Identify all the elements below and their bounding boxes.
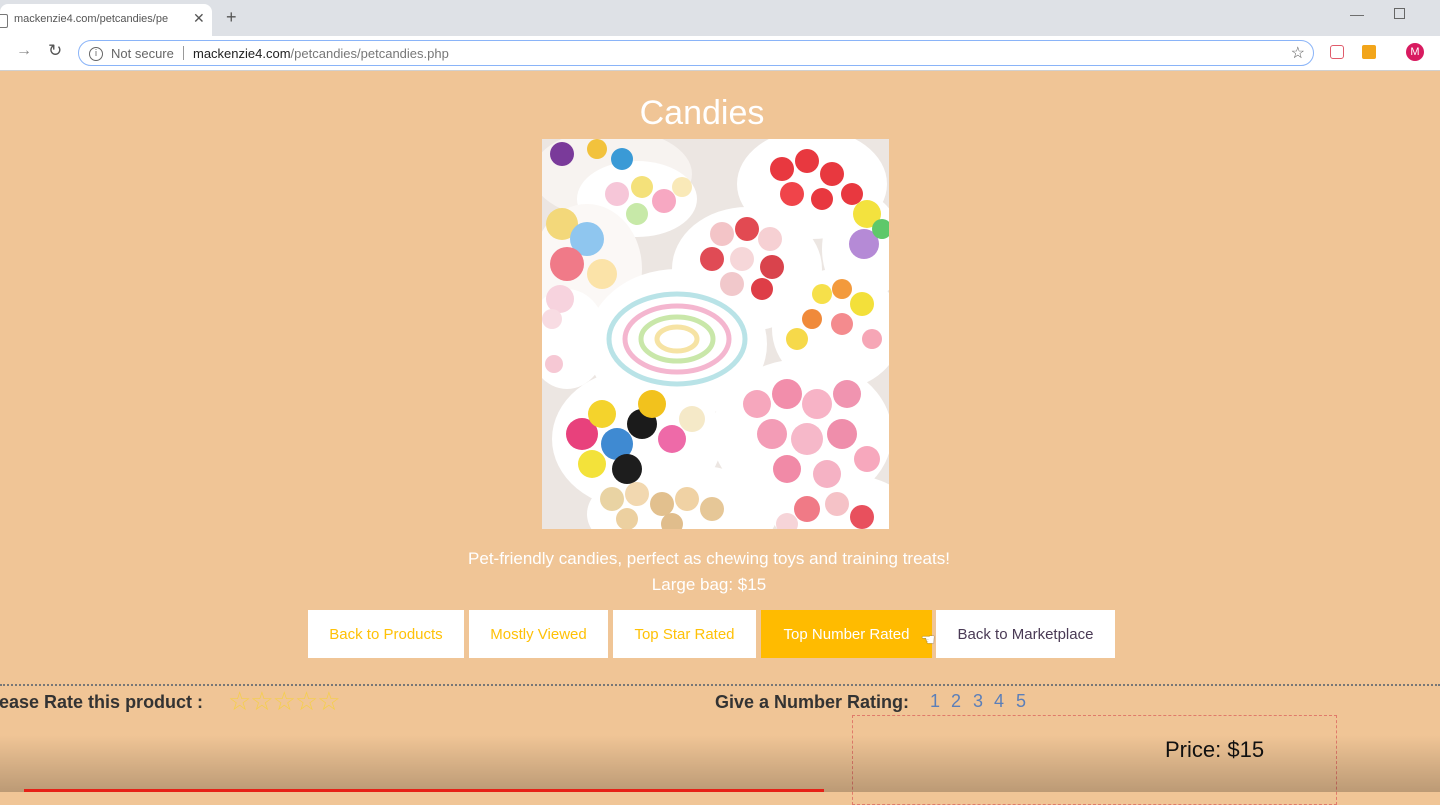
top-number-rated-button[interactable]: Top Number Rated [761,610,932,658]
url-text[interactable]: mackenzie4.com/petcandies/petcandies.php [193,46,449,61]
page-icon [0,14,8,28]
url-path: /petcandies/petcandies.php [290,46,449,61]
tab-title: mackenzie4.com/petcandies/pe [14,13,169,25]
tab-strip: mackenzie4.com/petcandies/pe ✕ + — [0,0,1440,36]
product-size-price: Large bag: $15 [651,575,767,594]
browser-tab[interactable]: mackenzie4.com/petcandies/pe ✕ [0,4,212,36]
close-tab-icon[interactable]: ✕ [193,10,205,27]
candy-photo [542,139,889,529]
forward-icon[interactable]: → [16,42,32,60]
star-rating-label: lease Rate this product : [0,692,204,712]
rating-option-2[interactable]: 2 [951,691,961,712]
minimize-icon[interactable]: — [1350,6,1364,22]
rating-option-5[interactable]: 5 [1016,691,1026,712]
back-to-marketplace-button[interactable]: Back to Marketplace [936,610,1115,658]
extension-icon[interactable] [1362,45,1376,59]
top-star-rated-button[interactable]: Top Star Rated [613,610,756,658]
info-icon[interactable]: i [89,47,103,61]
rating-option-4[interactable]: 4 [994,691,1004,712]
new-tab-icon[interactable]: + [226,7,237,28]
product-image [542,139,889,529]
mostly-viewed-button[interactable]: Mostly Viewed [469,610,608,658]
rating-option-3[interactable]: 3 [973,691,983,712]
back-to-products-button[interactable]: Back to Products [308,610,464,658]
address-bar[interactable]: i Not secure mackenzie4.com/petcandies/p… [78,40,1314,66]
browser-toolbar: → ↻ i Not secure mackenzie4.com/petcandi… [0,36,1440,71]
star-rating-stars[interactable]: ☆☆☆☆☆ [228,686,341,717]
mouse-cursor-icon: ☚ [921,632,936,649]
price-label: Price: $15 [1165,737,1265,762]
number-rating-label: Give a Number Rating: [715,692,910,712]
url-domain: mackenzie4.com [193,46,291,61]
security-label: Not secure [111,46,174,61]
page-title: Candies [639,94,765,132]
section-divider [0,684,1440,686]
rating-option-1[interactable]: 1 [930,691,940,712]
divider [183,46,184,60]
restore-icon[interactable] [1394,8,1405,19]
product-description: Pet-friendly candies, perfect as chewing… [468,549,950,568]
profile-avatar[interactable]: M [1406,43,1424,61]
pocket-extension-icon[interactable] [1330,45,1344,59]
reload-icon[interactable]: ↻ [48,41,62,61]
bookmark-star-icon[interactable]: ☆ [1291,43,1305,63]
